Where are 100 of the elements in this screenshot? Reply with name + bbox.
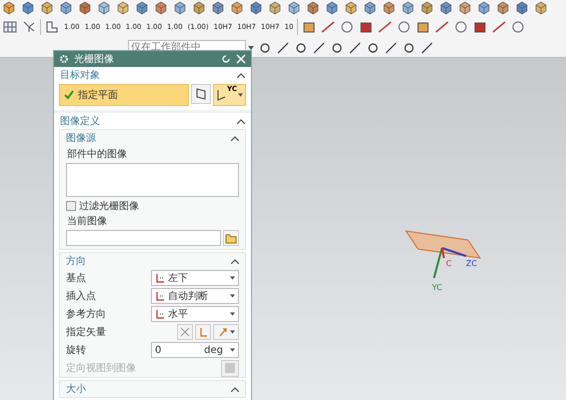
snap-icon[interactable] bbox=[348, 40, 362, 54]
section-title: 目标对象 bbox=[60, 68, 100, 82]
cube-icon[interactable] bbox=[21, 1, 35, 15]
caret-icon bbox=[230, 312, 235, 316]
drafting-icon[interactable] bbox=[491, 19, 508, 35]
chevron-icon[interactable] bbox=[231, 136, 239, 140]
browse-button[interactable] bbox=[223, 230, 239, 246]
field-label: 定向视图到图像 bbox=[66, 362, 136, 375]
cube-icon[interactable] bbox=[496, 1, 510, 15]
plane-selector[interactable]: 指定平面 bbox=[59, 84, 190, 106]
branch-icon[interactable] bbox=[21, 19, 37, 35]
cube-icon[interactable] bbox=[363, 1, 377, 15]
cube-icon[interactable] bbox=[173, 1, 187, 15]
group-title: 方向 bbox=[66, 254, 86, 268]
cube-icon[interactable] bbox=[2, 1, 16, 15]
drafting-icon[interactable] bbox=[453, 19, 470, 35]
close-icon[interactable] bbox=[236, 54, 246, 64]
cube-icon[interactable] bbox=[249, 1, 263, 15]
snap-icon[interactable] bbox=[330, 40, 344, 54]
cube-icon[interactable] bbox=[420, 1, 434, 15]
check-icon bbox=[64, 90, 74, 100]
cube-icon[interactable] bbox=[78, 1, 92, 15]
folder-icon bbox=[224, 232, 238, 244]
field-label: 参考方向 bbox=[66, 308, 106, 321]
snap-icon[interactable] bbox=[402, 40, 416, 54]
drafting-icon[interactable] bbox=[339, 19, 356, 35]
caret-icon bbox=[230, 294, 235, 298]
field-label: 指定矢量 bbox=[66, 326, 106, 339]
dropdown[interactable]: 自动判断 bbox=[151, 288, 239, 304]
cube-icon[interactable] bbox=[116, 1, 130, 15]
dropdown[interactable]: 水平 bbox=[151, 306, 239, 322]
reverse-button[interactable] bbox=[177, 324, 193, 340]
group-title: 大小 bbox=[66, 382, 86, 396]
cube-icon[interactable] bbox=[211, 1, 225, 15]
field-label: 旋转 bbox=[66, 344, 86, 357]
snap-icon[interactable] bbox=[276, 40, 290, 54]
plane-drawing: ZC YC C bbox=[404, 228, 484, 300]
cross-icon bbox=[180, 327, 190, 337]
cube-icon[interactable] bbox=[40, 1, 54, 15]
cube-icon[interactable] bbox=[192, 1, 206, 15]
plane-icon bbox=[216, 89, 226, 101]
cube-icon[interactable] bbox=[135, 1, 149, 15]
axis-icon bbox=[198, 327, 208, 337]
checkbox[interactable] bbox=[66, 201, 76, 211]
cube-icon[interactable] bbox=[97, 1, 111, 15]
cube-icon[interactable] bbox=[325, 1, 339, 15]
snap-icon[interactable] bbox=[366, 40, 380, 54]
cube-icon[interactable] bbox=[287, 1, 301, 15]
chevron-icon[interactable] bbox=[237, 118, 245, 124]
snap-icon[interactable] bbox=[420, 40, 434, 54]
drafting-icon[interactable] bbox=[320, 19, 336, 35]
gear-icon bbox=[59, 54, 69, 64]
cube-icon[interactable] bbox=[344, 1, 358, 15]
drafting-icon[interactable] bbox=[377, 19, 394, 35]
snap-icon[interactable] bbox=[258, 40, 272, 54]
caret-icon bbox=[230, 330, 234, 334]
chevron-icon[interactable] bbox=[231, 386, 239, 392]
axis-icon bbox=[155, 273, 165, 283]
cube-icon[interactable] bbox=[515, 1, 529, 15]
vector-dropdown[interactable] bbox=[213, 324, 239, 340]
caret-icon[interactable] bbox=[248, 46, 254, 50]
input-field[interactable] bbox=[66, 230, 221, 246]
caret-icon bbox=[230, 276, 235, 280]
axis-icon bbox=[155, 291, 165, 301]
cube-icon[interactable] bbox=[439, 1, 453, 15]
arrow-icon bbox=[218, 327, 228, 337]
cube-icon[interactable] bbox=[477, 1, 491, 15]
cube-icon[interactable] bbox=[534, 1, 548, 15]
field-label: 基点 bbox=[66, 272, 86, 285]
drafting-icon[interactable] bbox=[396, 19, 412, 35]
reset-icon[interactable] bbox=[221, 54, 231, 64]
dropdown[interactable]: 左下 bbox=[151, 270, 239, 286]
field-label: 部件中的图像 bbox=[66, 148, 128, 162]
image-icon bbox=[224, 362, 236, 374]
snap-icon[interactable] bbox=[294, 40, 308, 54]
cube-icon[interactable] bbox=[306, 1, 320, 15]
snap-icon[interactable] bbox=[312, 40, 326, 54]
cube-icon[interactable] bbox=[59, 1, 73, 15]
cube-icon[interactable] bbox=[401, 1, 415, 15]
step-icon[interactable] bbox=[44, 19, 60, 35]
cube-icon[interactable] bbox=[268, 1, 282, 15]
caret-icon bbox=[230, 348, 235, 352]
cube-icon[interactable] bbox=[154, 1, 168, 15]
cube-icon[interactable] bbox=[458, 1, 472, 15]
drafting-icon[interactable] bbox=[510, 19, 526, 35]
cube-icon[interactable] bbox=[382, 1, 396, 15]
drafting-icon[interactable] bbox=[434, 19, 450, 35]
vector-button[interactable] bbox=[195, 324, 211, 340]
grid-icon[interactable] bbox=[2, 19, 18, 35]
plane-icon bbox=[194, 87, 208, 101]
field-label: 当前图像 bbox=[66, 214, 108, 229]
chevron-icon[interactable] bbox=[231, 258, 239, 264]
plane-button[interactable] bbox=[191, 84, 212, 104]
snap-icon[interactable] bbox=[384, 40, 398, 54]
section-title: 图像定义 bbox=[60, 114, 100, 128]
caret-icon bbox=[238, 93, 243, 97]
chevron-icon[interactable] bbox=[237, 72, 245, 78]
rotation-field[interactable]: 0 deg bbox=[151, 342, 239, 358]
cube-icon[interactable] bbox=[230, 1, 244, 15]
group-title: 图像源 bbox=[66, 132, 96, 145]
